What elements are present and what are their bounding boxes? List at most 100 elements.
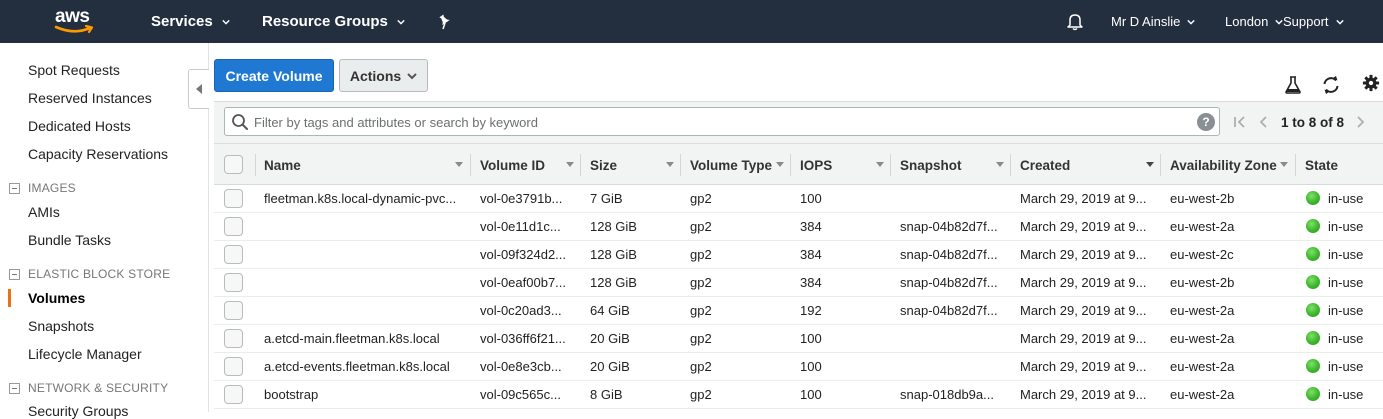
table-row[interactable]: fleetman.k8s.local-dynamic-pvc... vol-0e… [214,185,1383,213]
row-checkbox[interactable] [224,329,243,348]
column-label: Availability Zone [1170,157,1277,173]
sidebar-item-bundle-tasks[interactable]: Bundle Tasks [28,232,111,248]
search-box[interactable]: ? [224,107,1220,136]
cell-availability-zone: eu-west-2a [1170,359,1235,374]
help-icon[interactable]: ? [1197,113,1215,131]
sidebar-section-images[interactable]: IMAGES [9,181,76,195]
sidebar-item-spot-requests[interactable]: Spot Requests [28,62,120,78]
cell-volume-type: gp2 [690,219,712,234]
table-row[interactable]: vol-0c20ad3... 64 GiB gp2 192 snap-04b82… [214,297,1383,325]
sidebar-item-dedicated-hosts[interactable]: Dedicated Hosts [28,118,131,134]
prev-page-icon[interactable] [1257,115,1271,129]
column-label: Snapshot [900,157,962,173]
table-row[interactable]: bootstrap vol-09c565c... 8 GiB gp2 100 s… [214,381,1383,409]
table-row[interactable]: vol-0eaf00b7... 128 GiB gp2 384 snap-04b… [214,269,1383,297]
sidebar-section-elastic-block-store[interactable]: ELASTIC BLOCK STORE [9,267,170,281]
cell-snapshot [900,185,1005,212]
cell-size: 7 GiB [590,191,623,206]
chevron-down-icon [407,72,417,79]
cell-name: a.etcd-events.fleetman.k8s.local [264,359,450,374]
table-header: Name Volume ID Size Volume Type IOPS Sna… [214,143,1383,185]
actions-button[interactable]: Actions [339,59,428,92]
column-header-state[interactable]: State [1305,144,1375,186]
sidebar-section-title: IMAGES [28,181,76,195]
next-page-icon[interactable] [1353,115,1367,129]
state-label: in-use [1328,331,1364,346]
table-row[interactable]: a.etcd-events.fleetman.k8s.local vol-0e8… [214,353,1383,381]
first-page-icon[interactable] [1233,115,1247,129]
status-ok-icon [1306,247,1320,261]
region-menu[interactable]: London [1225,0,1284,43]
cell-iops: 384 [800,275,822,290]
cell-size: 64 GiB [590,303,630,318]
search-input[interactable] [254,112,1184,132]
column-label: Name [264,157,301,173]
sidebar-item-snapshots[interactable]: Snapshots [28,318,94,334]
column-header-volume-id[interactable]: Volume ID [480,144,580,186]
column-header-volume-type[interactable]: Volume Type [690,144,790,186]
aws-logo[interactable]: aws [54,7,97,36]
table-row[interactable]: vol-09f324d2... 128 GiB gp2 384 snap-04b… [214,241,1383,269]
cell-availability-zone: eu-west-2b [1170,191,1235,206]
sort-icon [666,162,674,167]
state-label: in-use [1328,359,1364,374]
cell-name [264,213,464,240]
row-checkbox[interactable] [224,189,243,208]
column-divider [790,154,791,176]
cell-iops: 384 [800,247,822,262]
sidebar-section-title: NETWORK & SECURITY [28,381,169,395]
cell-snapshot [900,325,1005,352]
column-header-created[interactable]: Created [1020,144,1160,186]
cell-name [264,297,464,324]
column-divider [580,154,581,176]
row-checkbox[interactable] [224,273,243,292]
column-divider [1295,154,1296,176]
gear-icon[interactable] [1362,74,1380,92]
flask-icon[interactable] [1283,75,1303,95]
select-all-checkbox[interactable] [224,155,243,174]
region-name: London [1225,14,1269,29]
cell-name [264,269,464,296]
chevron-down-icon [222,19,230,25]
column-header-snapshot[interactable]: Snapshot [900,144,1010,186]
support-menu[interactable]: Support [1283,0,1344,43]
sidebar-item-volumes[interactable]: Volumes [28,290,85,306]
services-menu[interactable]: Services [151,0,230,43]
create-volume-button[interactable]: Create Volume [214,59,334,92]
notifications-button[interactable] [1066,0,1084,43]
sort-icon [566,162,574,167]
state-label: in-use [1328,387,1364,402]
sidebar-item-lifecycle-manager[interactable]: Lifecycle Manager [28,346,142,362]
refresh-icon[interactable] [1321,75,1341,95]
row-checkbox[interactable] [224,245,243,264]
cell-volume-id: vol-0e3791b... [480,191,563,206]
account-menu[interactable]: Mr D Ainslie [1111,0,1196,43]
table-row[interactable]: vol-0e11d1c... 128 GiB gp2 384 snap-04b8… [214,213,1383,241]
sort-icon [876,162,884,167]
cell-volume-type: gp2 [690,387,712,402]
table-row[interactable]: a.etcd-main.fleetman.k8s.local vol-036ff… [214,325,1383,353]
row-checkbox[interactable] [224,385,243,404]
row-checkbox[interactable] [224,357,243,376]
top-nav: aws Services Resource Groups Mr D Ainsli… [0,0,1383,43]
sidebar-section-network-security[interactable]: NETWORK & SECURITY [9,381,168,395]
column-header-name[interactable]: Name [264,144,470,186]
sidebar-item-amis[interactable]: AMIs [28,204,60,220]
sidebar-item-capacity-reservations[interactable]: Capacity Reservations [28,146,168,162]
pin-button[interactable] [437,0,453,43]
cell-state: in-use [1306,325,1382,352]
cell-created: March 29, 2019 at 9... [1020,275,1147,290]
column-header-availability-zone[interactable]: Availability Zone [1170,144,1294,186]
row-checkbox[interactable] [224,217,243,236]
resource-groups-menu[interactable]: Resource Groups [262,0,405,43]
sidebar-item-reserved-instances[interactable]: Reserved Instances [28,90,152,106]
state-label: in-use [1328,247,1364,262]
column-header-iops[interactable]: IOPS [800,144,890,186]
sidebar-collapse-button[interactable] [188,69,209,109]
sidebar-item-security-groups[interactable]: Security Groups [28,403,128,419]
row-checkbox[interactable] [224,301,243,320]
cell-iops: 192 [800,303,822,318]
column-header-size[interactable]: Size [590,144,680,186]
cell-size: 128 GiB [590,219,637,234]
cell-availability-zone: eu-west-2a [1170,387,1235,402]
